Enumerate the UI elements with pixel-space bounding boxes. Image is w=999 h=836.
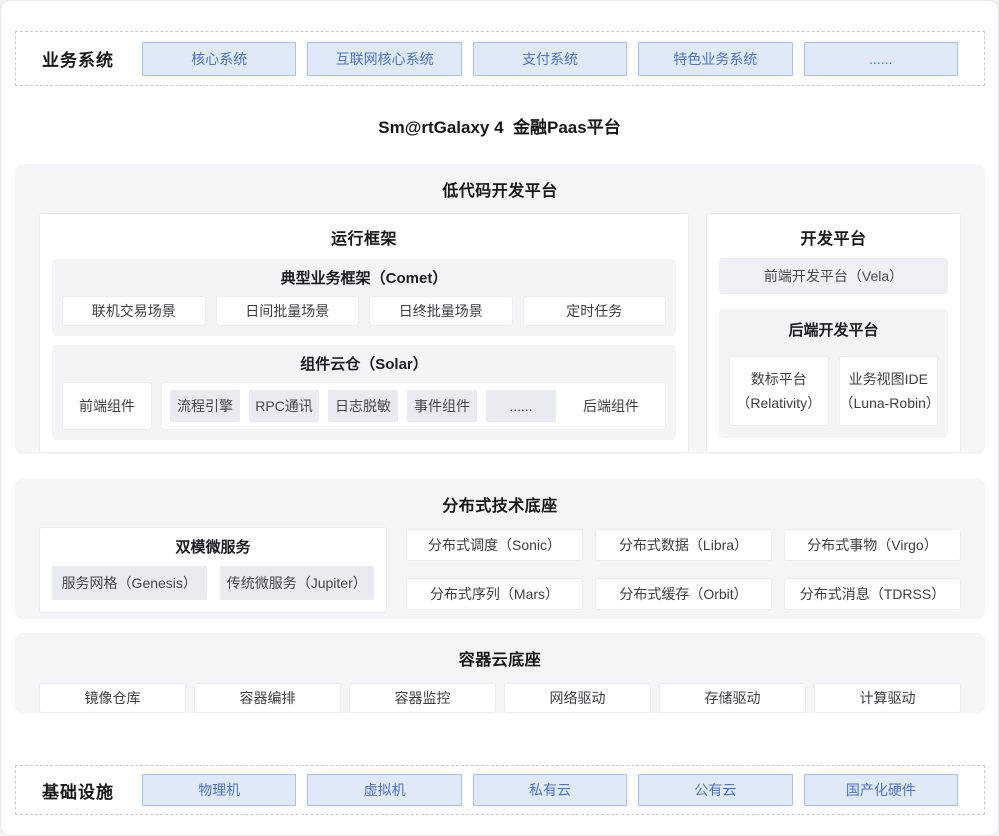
comet-node-online-trade: 联机交易场景 — [62, 296, 206, 326]
solar-chip-strip: 流程引擎 RPC通讯 日志脱敏 事件组件 ...... 后端组件 — [161, 382, 666, 430]
comet-panel: 典型业务框架（Comet） 联机交易场景 日间批量场景 日终批量场景 定时任务 — [52, 259, 676, 336]
infra-domestic-hardware: 国产化硬件 — [804, 774, 958, 806]
lowcode-platform-panel: 低代码开发平台 运行框架 典型业务框架（Comet） 联机交易场景 日间批量场景… — [15, 164, 985, 454]
container-node-network-driver: 网络驱动 — [504, 683, 651, 713]
business-systems-label: 业务系统 — [42, 46, 142, 71]
business-system-special: 特色业务系统 — [638, 42, 792, 76]
backend-node-relativity-name: 数标平台 — [751, 367, 807, 391]
dev-platform-panel: 开发平台 前端开发平台（Vela） 后端开发平台 数标平台 （Relativit… — [706, 213, 961, 453]
dist-node-virgo: 分布式事物（Virgo） — [784, 529, 961, 561]
comet-title: 典型业务框架（Comet） — [62, 267, 666, 288]
dev-platform-title: 开发平台 — [719, 225, 948, 249]
container-cloud-items: 镜像仓库 容器编排 容器监控 网络驱动 存储驱动 计算驱动 — [39, 683, 961, 713]
infrastructure-label: 基础设施 — [42, 778, 142, 803]
backend-node-relativity: 数标平台 （Relativity） — [729, 356, 829, 426]
backend-dev-panel: 后端开发平台 数标平台 （Relativity） 业务视图IDE （Luna-R… — [719, 309, 948, 438]
backend-dev-title: 后端开发平台 — [729, 319, 938, 340]
container-node-compute-driver: 计算驱动 — [814, 683, 961, 713]
infra-virtual-machine: 虚拟机 — [307, 774, 461, 806]
backend-node-relativity-code: （Relativity） — [736, 391, 821, 415]
runtime-framework-title: 运行框架 — [52, 225, 676, 249]
business-systems-chips: 核心系统 互联网核心系统 支付系统 特色业务系统 ...... — [142, 42, 958, 76]
dual-mode-jupiter: 传统微服务（Jupiter） — [220, 566, 375, 600]
platform-title: Sm@rtGalaxy 4 金融Paas平台 — [1, 113, 998, 138]
container-node-orchestration: 容器编排 — [194, 683, 341, 713]
solar-chip-rpc: RPC通讯 — [249, 390, 319, 422]
dist-node-orbit: 分布式缓存（Orbit） — [595, 578, 772, 610]
container-node-image-repo: 镜像仓库 — [39, 683, 186, 713]
architecture-diagram: 业务系统 核心系统 互联网核心系统 支付系统 特色业务系统 ...... Sm@… — [0, 0, 999, 836]
lowcode-platform-title: 低代码开发平台 — [39, 177, 961, 201]
solar-title: 组件云仓（Solar） — [62, 353, 666, 374]
infra-public-cloud: 公有云 — [638, 774, 792, 806]
dual-mode-genesis: 服务网格（Genesis） — [52, 566, 207, 600]
comet-items: 联机交易场景 日间批量场景 日终批量场景 定时任务 — [62, 296, 666, 326]
business-system-internet-core: 互联网核心系统 — [307, 42, 461, 76]
infra-physical-machine: 物理机 — [142, 774, 296, 806]
solar-chip-process-engine: 流程引擎 — [170, 390, 240, 422]
dist-node-mars: 分布式序列（Mars） — [406, 578, 583, 610]
dual-mode-title: 双模微服务 — [52, 536, 374, 557]
distributed-grid: 分布式调度（Sonic） 分布式数据（Libra） 分布式事物（Virgo） 分… — [406, 529, 961, 613]
business-systems-row: 业务系统 核心系统 互联网核心系统 支付系统 特色业务系统 ...... — [15, 31, 985, 86]
solar-chip-more: ...... — [486, 390, 556, 422]
comet-node-scheduled-task: 定时任务 — [523, 296, 667, 326]
infra-private-cloud: 私有云 — [473, 774, 627, 806]
comet-node-endofday-batch: 日终批量场景 — [369, 296, 513, 326]
backend-node-luna-robin-name: 业务视图IDE — [849, 367, 928, 391]
infrastructure-chips: 物理机 虚拟机 私有云 公有云 国产化硬件 — [142, 774, 958, 806]
vela-frontend-platform: 前端开发平台（Vela） — [719, 258, 948, 294]
dist-node-libra: 分布式数据（Libra） — [595, 529, 772, 561]
solar-panel: 组件云仓（Solar） 前端组件 流程引擎 RPC通讯 日志脱敏 事件组件 ..… — [52, 345, 676, 440]
runtime-framework-panel: 运行框架 典型业务框架（Comet） 联机交易场景 日间批量场景 日终批量场景 … — [39, 213, 689, 453]
lowcode-columns: 运行框架 典型业务框架（Comet） 联机交易场景 日间批量场景 日终批量场景 … — [39, 213, 961, 453]
runtime-framework-body: 典型业务框架（Comet） 联机交易场景 日间批量场景 日终批量场景 定时任务 … — [52, 259, 676, 440]
dual-mode-microservice-panel: 双模微服务 服务网格（Genesis） 传统微服务（Jupiter） — [39, 527, 387, 613]
solar-items: 前端组件 流程引擎 RPC通讯 日志脱敏 事件组件 ...... 后端组件 — [62, 382, 666, 430]
solar-node-frontend-components: 前端组件 — [62, 382, 152, 430]
backend-node-luna-robin-code: （Luna-Robin） — [840, 391, 938, 415]
dist-node-tdrss: 分布式消息（TDRSS） — [784, 578, 961, 610]
container-cloud-panel: 容器云底座 镜像仓库 容器编排 容器监控 网络驱动 存储驱动 计算驱动 — [15, 633, 985, 713]
container-cloud-title: 容器云底座 — [39, 646, 961, 670]
business-system-core: 核心系统 — [142, 42, 296, 76]
comet-node-daytime-batch: 日间批量场景 — [216, 296, 360, 326]
distributed-base-title: 分布式技术底座 — [39, 492, 961, 516]
solar-chip-event-components: 事件组件 — [407, 390, 477, 422]
business-system-more: ...... — [804, 42, 958, 76]
solar-node-backend-components: 后端组件 — [565, 396, 657, 416]
infrastructure-row: 基础设施 物理机 虚拟机 私有云 公有云 国产化硬件 — [15, 765, 985, 815]
solar-chip-log-masking: 日志脱敏 — [328, 390, 398, 422]
container-node-storage-driver: 存储驱动 — [659, 683, 806, 713]
backend-node-luna-robin: 业务视图IDE （Luna-Robin） — [839, 356, 939, 426]
dual-mode-items: 服务网格（Genesis） 传统微服务（Jupiter） — [52, 566, 374, 600]
container-node-monitoring: 容器监控 — [349, 683, 496, 713]
distributed-base-panel: 分布式技术底座 双模微服务 服务网格（Genesis） 传统微服务（Jupite… — [15, 479, 985, 619]
distributed-body: 双模微服务 服务网格（Genesis） 传统微服务（Jupiter） 分布式调度… — [39, 527, 961, 613]
backend-dev-items: 数标平台 （Relativity） 业务视图IDE （Luna-Robin） — [729, 356, 938, 426]
business-system-payment: 支付系统 — [473, 42, 627, 76]
dist-node-sonic: 分布式调度（Sonic） — [406, 529, 583, 561]
